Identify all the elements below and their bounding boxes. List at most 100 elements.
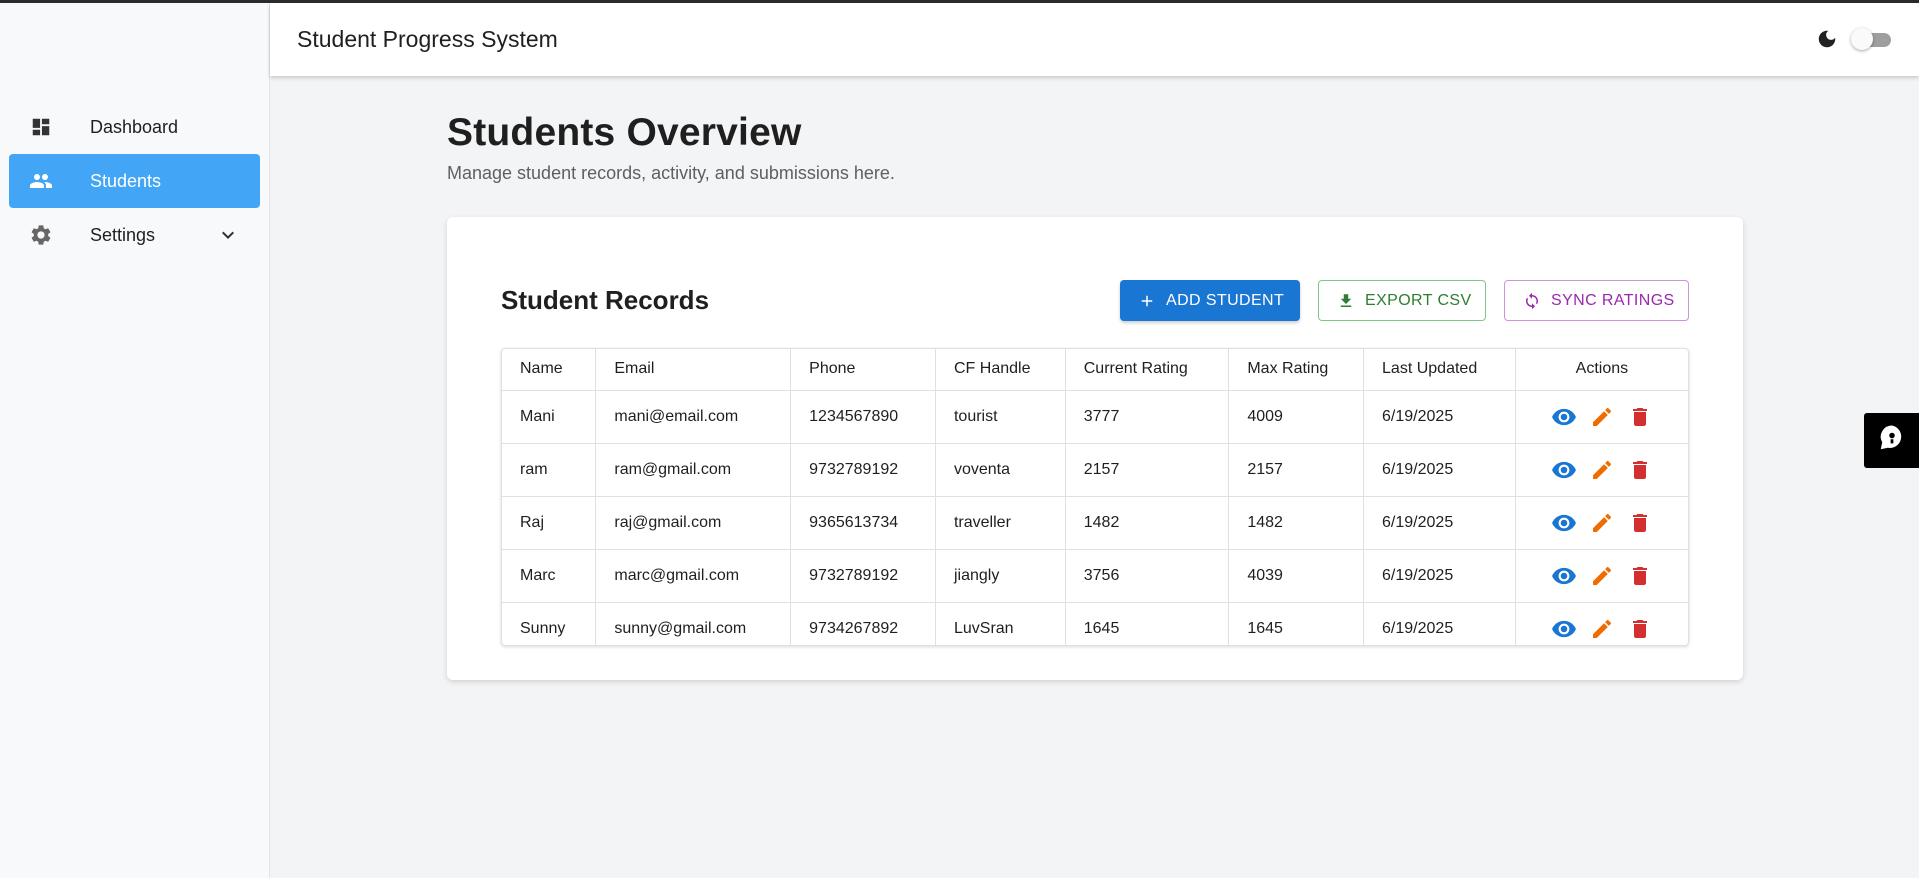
view-icon[interactable] xyxy=(1550,456,1578,484)
sidebar-item-label: Settings xyxy=(90,224,156,245)
table-header-row: Name Email Phone CF Handle Current Ratin… xyxy=(502,349,1688,391)
cell-phone: 9365613734 xyxy=(790,496,936,550)
feedback-widget[interactable] xyxy=(1864,413,1919,468)
cell-name: Marc xyxy=(502,549,597,603)
cell-phone: 9734267892 xyxy=(790,602,936,645)
cell-max-rating: 2157 xyxy=(1228,443,1365,497)
edit-icon[interactable] xyxy=(1588,456,1616,484)
column-header-email[interactable]: Email xyxy=(595,349,792,391)
cell-last-updated: 6/19/2025 xyxy=(1363,496,1516,550)
cell-current-rating: 1645 xyxy=(1065,602,1230,645)
cell-name: Mani xyxy=(502,390,597,444)
sidebar-nav: Dashboard Students Settings xyxy=(9,100,260,262)
sync-ratings-label: SYNC RATINGS xyxy=(1551,291,1675,309)
student-records-card: Student Records ADD STUDENT EXPORT CSV S… xyxy=(447,217,1743,680)
row-actions xyxy=(1516,509,1688,537)
delete-icon[interactable] xyxy=(1626,562,1654,590)
column-header-last-updated[interactable]: Last Updated xyxy=(1363,349,1516,391)
cell-max-rating: 1482 xyxy=(1228,496,1365,550)
edit-icon[interactable] xyxy=(1588,615,1616,643)
cell-cf-handle: voventa xyxy=(935,443,1066,497)
plus-icon xyxy=(1138,291,1156,311)
cell-name: Sunny xyxy=(502,602,597,645)
view-icon[interactable] xyxy=(1550,615,1578,643)
row-actions xyxy=(1516,456,1688,484)
edit-icon[interactable] xyxy=(1588,403,1616,431)
cell-cf-handle: traveller xyxy=(935,496,1066,550)
cell-email: mani@email.com xyxy=(595,390,792,444)
cell-email: sunny@gmail.com xyxy=(595,602,792,645)
view-icon[interactable] xyxy=(1550,509,1578,537)
gear-icon xyxy=(29,223,53,247)
cell-max-rating: 4039 xyxy=(1228,549,1365,603)
sidebar: Dashboard Students Settings xyxy=(0,3,270,878)
toggle-thumb[interactable] xyxy=(1851,28,1873,50)
row-actions xyxy=(1516,403,1688,431)
cell-cf-handle: jiangly xyxy=(935,549,1066,603)
delete-icon[interactable] xyxy=(1626,509,1654,537)
cell-actions xyxy=(1515,390,1688,444)
delete-icon[interactable] xyxy=(1626,456,1654,484)
cell-phone: 9732789192 xyxy=(790,443,936,497)
cell-email: ram@gmail.com xyxy=(595,443,792,497)
sync-ratings-button[interactable]: SYNC RATINGS xyxy=(1504,280,1689,321)
students-table: Name Email Phone CF Handle Current Ratin… xyxy=(501,348,1689,646)
view-icon[interactable] xyxy=(1550,562,1578,590)
cell-cf-handle: LuvSran xyxy=(935,602,1066,645)
dashboard-icon xyxy=(29,115,53,139)
column-header-actions: Actions xyxy=(1515,349,1688,391)
app-title: Student Progress System xyxy=(297,26,558,52)
table-row[interactable]: Mani mani@email.com 1234567890 tourist 3777 4… xyxy=(502,390,1688,444)
cell-email: marc@gmail.com xyxy=(595,549,792,603)
cell-name: Raj xyxy=(502,496,597,550)
app-header: Student Progress System xyxy=(270,3,1919,76)
export-csv-label: EXPORT CSV xyxy=(1365,291,1472,309)
theme-controls xyxy=(1815,27,1893,51)
delete-icon[interactable] xyxy=(1626,615,1654,643)
sidebar-item-dashboard[interactable]: Dashboard xyxy=(9,100,260,154)
column-header-phone[interactable]: Phone xyxy=(790,349,936,391)
column-header-cf-handle[interactable]: CF Handle xyxy=(935,349,1066,391)
download-icon xyxy=(1337,291,1355,311)
column-header-current-rating[interactable]: Current Rating xyxy=(1065,349,1230,391)
table-row[interactable]: Marc marc@gmail.com 9732789192 jiangly 3756 4… xyxy=(502,549,1688,603)
table-row[interactable]: Sunny sunny@gmail.com 9734267892 LuvSran 164… xyxy=(502,602,1688,645)
column-header-max-rating[interactable]: Max Rating xyxy=(1228,349,1365,391)
sync-icon xyxy=(1523,291,1541,311)
chat-icon xyxy=(1877,423,1907,458)
column-header-name[interactable]: Name xyxy=(502,349,597,391)
add-student-label: ADD STUDENT xyxy=(1166,291,1285,309)
table-body: Mani mani@email.com 1234567890 tourist 3777 4… xyxy=(502,390,1688,645)
delete-icon[interactable] xyxy=(1626,403,1654,431)
cell-last-updated: 6/19/2025 xyxy=(1363,443,1516,497)
cell-actions xyxy=(1515,496,1688,550)
top-border xyxy=(0,0,1919,3)
export-csv-button[interactable]: EXPORT CSV xyxy=(1318,280,1486,321)
dark-mode-toggle[interactable] xyxy=(1851,27,1893,51)
cell-last-updated: 6/19/2025 xyxy=(1363,390,1516,444)
cell-email: raj@gmail.com xyxy=(595,496,792,550)
row-actions xyxy=(1516,615,1688,643)
sidebar-item-label: Dashboard xyxy=(90,116,179,137)
sidebar-item-settings[interactable]: Settings xyxy=(9,208,260,262)
edit-icon[interactable] xyxy=(1588,509,1616,537)
cell-actions xyxy=(1515,602,1688,645)
chevron-down-icon[interactable] xyxy=(216,223,240,247)
add-student-button[interactable]: ADD STUDENT xyxy=(1120,280,1300,321)
table-row[interactable]: ram ram@gmail.com 9732789192 voventa 2157 215… xyxy=(502,443,1688,497)
edit-icon[interactable] xyxy=(1588,562,1616,590)
card-title: Student Records xyxy=(501,285,710,315)
moon-icon xyxy=(1815,27,1839,51)
sidebar-item-students[interactable]: Students xyxy=(9,154,260,208)
page-subtitle: Manage student records, activity, and su… xyxy=(447,163,895,183)
cell-current-rating: 3756 xyxy=(1065,549,1230,603)
cell-last-updated: 6/19/2025 xyxy=(1363,549,1516,603)
cell-max-rating: 1645 xyxy=(1228,602,1365,645)
cell-last-updated: 6/19/2025 xyxy=(1363,602,1516,645)
page-title: Students Overview xyxy=(447,111,802,154)
row-actions xyxy=(1516,562,1688,590)
cell-actions xyxy=(1515,443,1688,497)
cell-current-rating: 2157 xyxy=(1065,443,1230,497)
table-row[interactable]: Raj raj@gmail.com 9365613734 traveller 1482 1… xyxy=(502,496,1688,550)
view-icon[interactable] xyxy=(1550,403,1578,431)
